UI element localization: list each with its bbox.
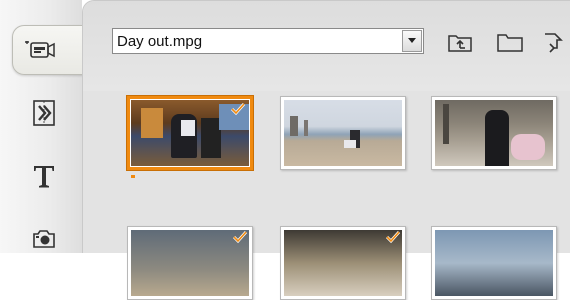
browse-folder-button[interactable] — [496, 28, 524, 56]
checkmark-icon — [385, 231, 401, 244]
scene-image — [284, 100, 402, 166]
scene-thumbnail[interactable] — [431, 96, 557, 170]
chevron-down-icon — [408, 38, 416, 43]
title-t-icon — [34, 166, 54, 188]
parent-folder-icon — [448, 35, 472, 52]
import-button[interactable] — [540, 28, 568, 56]
file-select-value: Day out.mpg — [117, 32, 203, 50]
scene-image — [435, 100, 553, 166]
titles-tab[interactable] — [24, 156, 64, 196]
parent-folder-button[interactable] — [446, 28, 474, 56]
dropdown-button[interactable] — [402, 30, 422, 52]
scene-thumbnail[interactable] — [127, 96, 253, 170]
video-camera-icon — [25, 41, 55, 58]
photos-tab[interactable] — [24, 218, 64, 258]
scene-image — [435, 230, 553, 296]
scene-progress-marker — [131, 175, 135, 178]
transitions-tab[interactable] — [24, 93, 64, 133]
scene-thumbnail[interactable] — [280, 96, 406, 170]
scene-thumbnail[interactable] — [280, 226, 406, 300]
scene-thumbnail[interactable] — [431, 226, 557, 300]
folder-icon — [497, 34, 523, 52]
scene-thumbnail[interactable] — [127, 226, 253, 300]
album-tab-strip — [0, 0, 94, 253]
checkmark-icon — [232, 231, 248, 244]
import-arrow-icon — [545, 33, 563, 53]
checkmark-icon — [230, 103, 246, 116]
file-select[interactable]: Day out.mpg — [112, 28, 424, 54]
transition-icon — [33, 100, 55, 126]
photo-camera-icon — [33, 230, 55, 248]
